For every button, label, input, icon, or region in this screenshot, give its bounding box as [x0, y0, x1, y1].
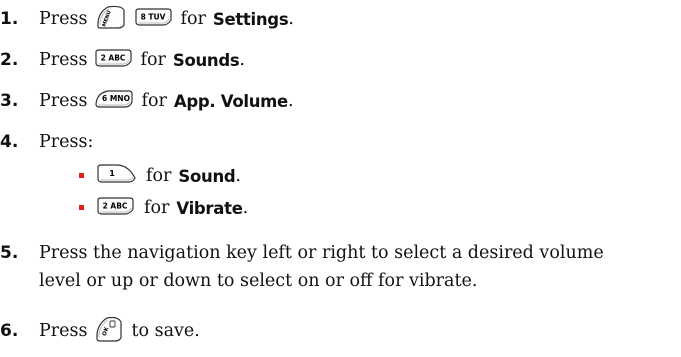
menu-target: Vibrate	[176, 198, 243, 218]
step-text: Press:	[39, 132, 94, 152]
period: .	[288, 9, 294, 29]
8-tuv-key-icon: 8 TUV	[134, 7, 173, 31]
6-mno-key-icon: 6 MNO	[94, 89, 134, 114]
step-text: Press	[39, 91, 88, 111]
step-number: 3.	[0, 91, 19, 111]
menu-target: Sounds	[172, 50, 240, 70]
1-key-icon: 1	[96, 163, 137, 189]
step-text: Press	[39, 9, 88, 29]
bullet-icon	[79, 205, 84, 210]
step-number: 2.	[0, 50, 19, 70]
menu-target: Sound	[178, 166, 236, 186]
ok-key-icon: OK	[94, 315, 124, 348]
2-abc-key-icon: 2 ABC	[94, 48, 133, 72]
menu-target: App. Volume	[173, 91, 288, 111]
step-number: 1.	[0, 9, 19, 29]
step-number: 4.	[0, 132, 19, 152]
step-text: for	[144, 198, 170, 218]
2-abc-key-icon: 2 ABC	[96, 196, 135, 220]
menu-key-icon: MENU	[94, 4, 127, 35]
step-text-line: level or up or down to select on or off …	[39, 271, 478, 291]
bullet-icon	[79, 173, 84, 178]
step-text: Press	[39, 321, 88, 341]
key-label: 6 MNO	[102, 94, 130, 103]
key-label: 1	[109, 169, 115, 178]
key-label: 2 ABC	[103, 201, 128, 210]
period: .	[239, 50, 245, 70]
step-5: 5. Press the navigation key left or righ…	[0, 239, 681, 299]
step-text: for	[141, 91, 167, 111]
step-text: for	[146, 166, 172, 186]
step-number: 5.	[0, 243, 19, 263]
step-number: 6.	[0, 321, 19, 341]
menu-target: Settings	[212, 9, 289, 29]
period: .	[242, 198, 249, 218]
step-text: for	[140, 50, 166, 70]
key-label: 8 TUV	[141, 12, 166, 21]
period: .	[235, 166, 241, 186]
key-label: 2 ABC	[101, 53, 126, 62]
sub-item-vibrate: 2 ABC for Vibrate .	[96, 195, 248, 221]
step-text: for	[180, 9, 206, 29]
sub-item-sound: 1 for Sound .	[96, 163, 241, 189]
step-text: to save.	[131, 321, 200, 341]
period: .	[287, 91, 294, 111]
step-text-line: Press the navigation key left or right t…	[39, 243, 604, 263]
step-text: Press	[39, 50, 88, 70]
